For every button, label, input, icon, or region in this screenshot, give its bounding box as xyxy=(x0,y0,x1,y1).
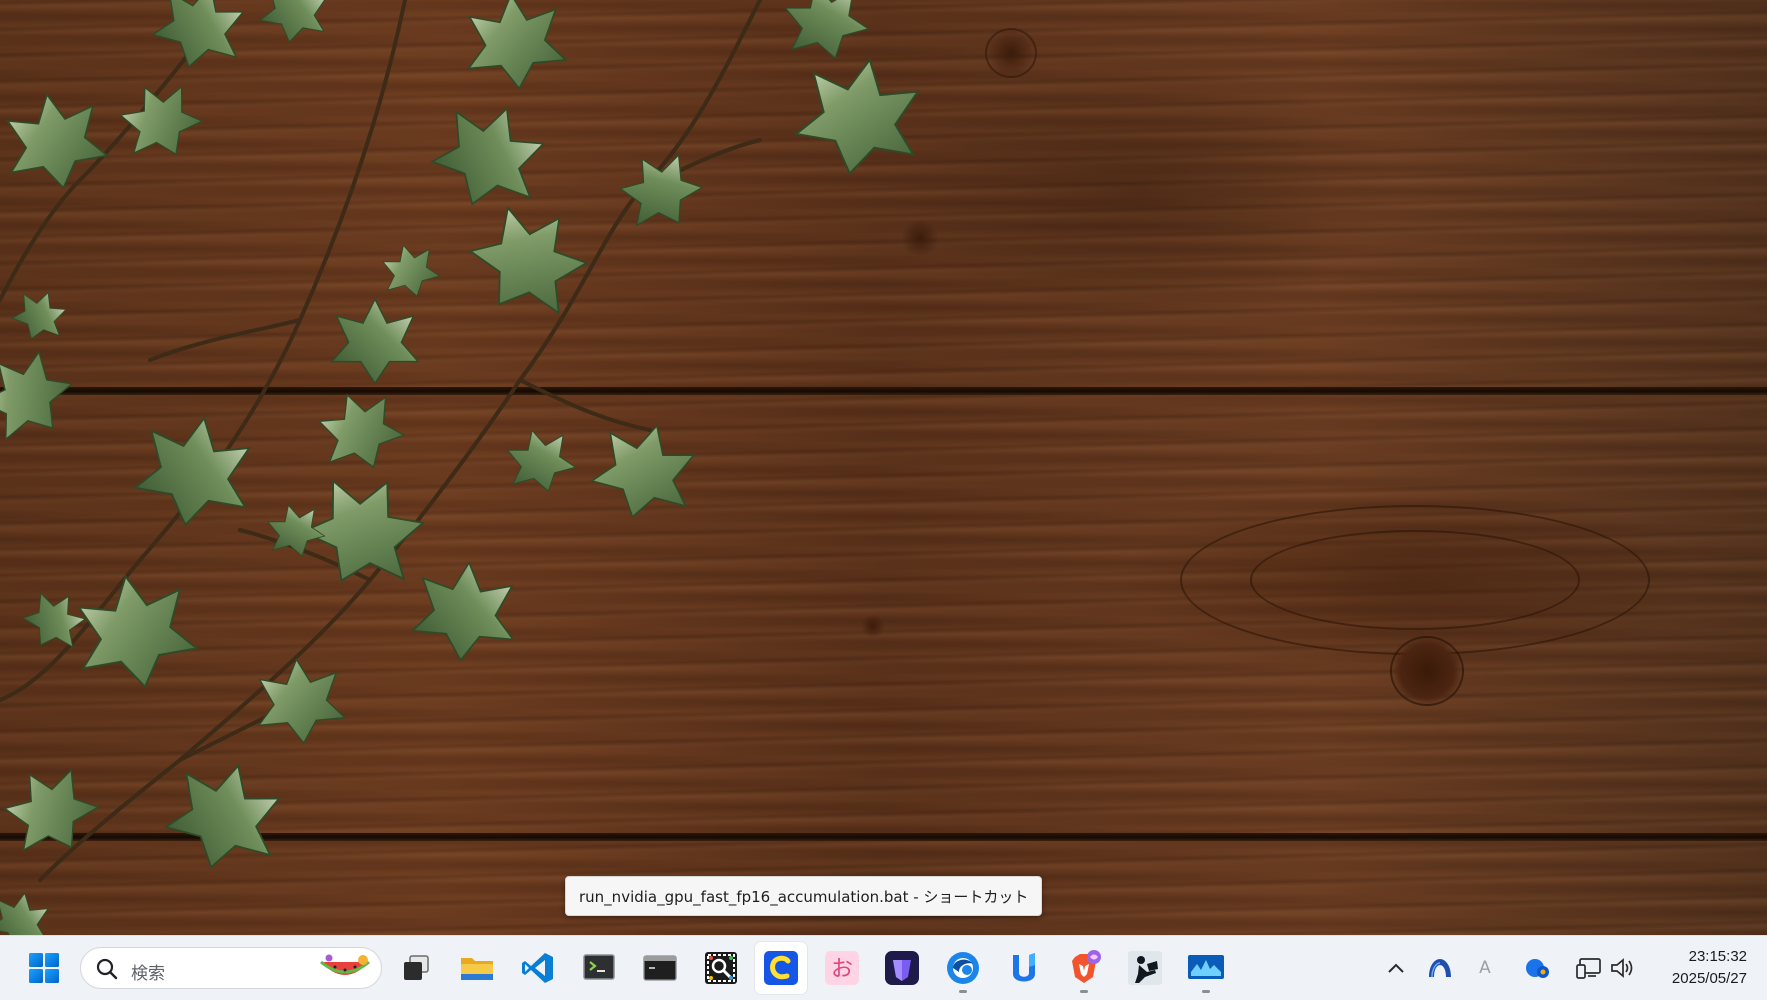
tray-cloud-sync[interactable] xyxy=(1519,948,1555,988)
purple-gem-icon xyxy=(885,951,919,985)
network-icon xyxy=(1576,958,1601,979)
running-indicator xyxy=(959,990,967,993)
start-button[interactable] xyxy=(18,942,70,994)
volume-icon xyxy=(1611,958,1633,978)
taskbar-app-vscode[interactable] xyxy=(512,942,564,994)
taskbar-app-browser[interactable] xyxy=(937,942,989,994)
taskbar-app-u-app[interactable] xyxy=(998,942,1050,994)
tray-ime-indicator[interactable]: A xyxy=(1467,948,1503,988)
taskbar-app-o-app[interactable]: お xyxy=(816,942,868,994)
browser-icon xyxy=(947,952,979,984)
arch-icon xyxy=(1429,959,1451,978)
folder-icon xyxy=(461,958,493,980)
brave-lion-icon xyxy=(1072,950,1101,983)
search-placeholder: 検索 xyxy=(131,964,165,984)
console-icon xyxy=(643,955,677,981)
desktop-wallpaper xyxy=(0,0,1767,935)
capture-icon xyxy=(705,952,737,984)
taskbar-clock[interactable]: 23:15:32 2025/05/27 xyxy=(1672,946,1747,990)
wood-knot-ring xyxy=(1250,530,1580,630)
tray-overflow-button[interactable] xyxy=(1378,948,1414,988)
taskbar-app-terminal-gpu[interactable] xyxy=(573,942,625,994)
taskbar-app-task-view[interactable] xyxy=(390,942,442,994)
ime-a-icon: A xyxy=(1479,958,1491,978)
running-indicator xyxy=(1202,990,1210,993)
taskbar-app-c-app[interactable] xyxy=(755,942,807,994)
c-logo-icon xyxy=(764,951,798,985)
chevron-up-icon xyxy=(1388,963,1404,973)
taskbar-app-brave-browser[interactable] xyxy=(1058,942,1110,994)
task-view-icon xyxy=(404,955,429,980)
wood-knot xyxy=(1390,636,1464,706)
taskbar-app-shield-app[interactable] xyxy=(876,942,928,994)
windows-start-icon xyxy=(29,953,59,983)
svg-text:お: お xyxy=(831,957,853,982)
hiragana-o-icon: お xyxy=(825,951,859,985)
vscode-icon xyxy=(522,953,553,983)
running-indicator xyxy=(1080,990,1088,993)
cloud-sync-icon xyxy=(1526,959,1549,978)
taskbar-app-file-explorer[interactable] xyxy=(451,942,503,994)
tooltip-text: run_nvidia_gpu_fast_fp16_accumulation.ba… xyxy=(579,887,1029,906)
tray-network[interactable] xyxy=(1571,948,1607,988)
search-icon xyxy=(96,958,118,980)
taskbar-app-command-prompt[interactable] xyxy=(634,942,686,994)
taskbar-app-monitor[interactable] xyxy=(1180,942,1232,994)
taskbar-app-reader[interactable] xyxy=(1119,942,1171,994)
u-logo-icon xyxy=(1013,953,1035,982)
terminal-icon xyxy=(583,954,615,980)
clock-time: 23:15:32 xyxy=(1688,948,1747,965)
waveform-icon xyxy=(1188,955,1224,979)
tray-arch-app[interactable] xyxy=(1422,948,1458,988)
reading-person-icon xyxy=(1128,951,1162,985)
shortcut-tooltip: run_nvidia_gpu_fast_fp16_accumulation.ba… xyxy=(565,876,1043,916)
tray-volume[interactable] xyxy=(1605,948,1641,988)
search-highlight-fruit-icon xyxy=(320,954,370,975)
ivy-decoration xyxy=(0,0,930,935)
taskbar: 検索 お A 23:15:32 2025/05/27 xyxy=(0,935,1767,1000)
taskbar-app-screen-capture[interactable] xyxy=(695,942,747,994)
wood-knot xyxy=(985,28,1037,78)
taskbar-search[interactable]: 検索 xyxy=(80,947,382,989)
clock-date: 2025/05/27 xyxy=(1671,970,1747,987)
